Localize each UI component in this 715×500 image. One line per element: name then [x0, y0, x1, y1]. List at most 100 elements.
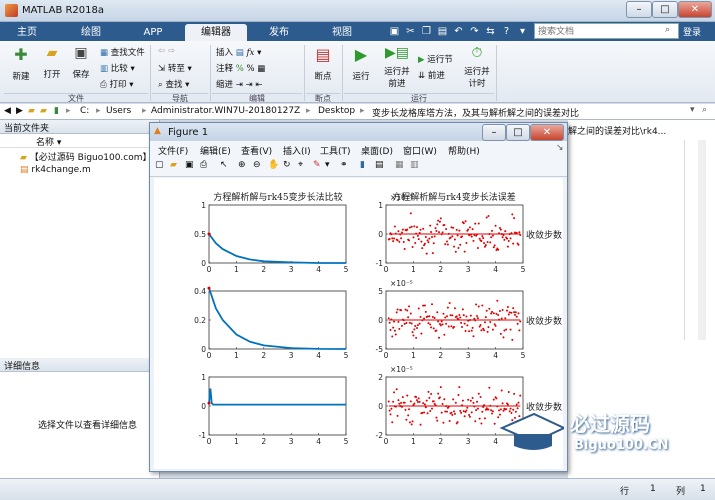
error-point [396, 308, 399, 311]
login-link[interactable]: 登录 [683, 25, 701, 38]
error-point [481, 235, 484, 238]
editor-scrollbar[interactable] [698, 140, 706, 340]
brush-dropdown-icon[interactable]: ▾ [325, 160, 330, 170]
menu-file[interactable]: 文件(F) [158, 144, 188, 157]
back-arrow-icon[interactable]: ◀ [4, 106, 11, 116]
comment-button[interactable]: 注释 % % ▦ [216, 62, 265, 74]
search-docs-input[interactable] [534, 23, 679, 39]
address-dropdown-icon[interactable]: ▾ [690, 105, 695, 115]
save-figure-icon[interactable]: ▣ [185, 160, 194, 170]
maximize-button[interactable]: □ [652, 1, 678, 18]
path-folder[interactable]: 变步长龙格库塔方法，及其与解析解之间的误差对比 [372, 106, 579, 119]
forward-arrow-icon[interactable]: ▶ [16, 106, 23, 116]
insert-button[interactable]: 插入 ▤ fx ▾ [216, 46, 261, 58]
paste-icon[interactable]: ▤ [436, 25, 449, 38]
copy-icon[interactable]: ❐ [420, 25, 433, 38]
new-figure-icon[interactable]: ▢ [155, 160, 164, 170]
error-point [427, 241, 430, 244]
run-button[interactable]: ▶ 运行 [346, 45, 376, 82]
close-button[interactable]: ✕ [678, 1, 712, 18]
compare-button[interactable]: ▥ 比较 ▾ [100, 62, 135, 74]
redo-icon[interactable]: ↷ [468, 25, 481, 38]
tab-editor[interactable]: 编辑器 [185, 24, 247, 41]
list-item[interactable]: ▰ 【必过源码 Biguo100.com】 [0, 148, 159, 163]
menu-help[interactable]: 帮助(H) [448, 144, 480, 157]
open-file-icon[interactable]: ▰ [170, 160, 177, 170]
goto-button[interactable]: ⇲ 转至 ▾ [158, 62, 192, 74]
error-point [450, 411, 453, 414]
breakpoint-icon: ▤ [315, 45, 331, 64]
menu-view[interactable]: 查看(V) [241, 144, 272, 157]
cut-icon[interactable]: ✂ [404, 25, 417, 38]
save-button[interactable]: ▣ 保存 [66, 45, 96, 80]
back-forward-icons[interactable]: ⇦ ⇨ [158, 46, 175, 56]
find-button[interactable]: ⌕ 查找 ▾ [158, 78, 189, 90]
hide-tools-icon[interactable]: ▦ [395, 160, 404, 170]
error-point [513, 313, 516, 316]
run-advance-button[interactable]: ▶▤ 运行并 前进 [382, 45, 412, 89]
tab-plots[interactable]: 绘图 [72, 24, 110, 41]
data-cursor-icon[interactable]: ⌖ [298, 160, 303, 170]
advance-button[interactable]: ⇊ 前进 [418, 69, 445, 81]
wrap-icon: ▦ [257, 64, 266, 74]
run-and-time-button[interactable]: ⏱ 运行并 计时 [462, 45, 492, 89]
zoom-in-icon[interactable]: ⊕ [238, 160, 246, 170]
path-users[interactable]: Users [106, 106, 131, 116]
column-header-name[interactable]: 名称 ▾ [0, 134, 159, 148]
undo-icon[interactable]: ↶ [452, 25, 465, 38]
colorbar-icon[interactable]: ▮ [360, 160, 365, 170]
editor-area[interactable]: 解之间的误差对比\rk4... [568, 120, 715, 360]
dropdown-icon[interactable]: ▾ [516, 25, 529, 38]
path-desktop[interactable]: Desktop [318, 106, 355, 116]
tab-home[interactable]: 主页 [8, 24, 46, 41]
search-icon[interactable]: ⌕ [665, 25, 670, 35]
zoom-out-icon[interactable]: ⊖ [253, 160, 261, 170]
help-icon[interactable]: ? [500, 25, 513, 38]
switch-window-icon[interactable]: ⇆ [484, 25, 497, 38]
figure-close-button[interactable]: ✕ [530, 124, 564, 141]
editor-path-snippet: 解之间的误差对比\rk4... [568, 127, 667, 137]
print-button[interactable]: ⎙ 打印 ▾ [100, 78, 134, 90]
link-icon[interactable]: ⚭ [340, 160, 348, 170]
breakpoint-button[interactable]: ▤ 断点 [308, 45, 338, 82]
figure-minimize-button[interactable]: – [482, 124, 506, 141]
minimize-button[interactable]: – [626, 1, 652, 18]
path-admin[interactable]: Administrator.WIN7U-20180127Z [151, 106, 300, 116]
error-point [444, 243, 447, 246]
menu-edit[interactable]: 编辑(E) [200, 144, 231, 157]
find-files-button[interactable]: ▦ 查找文件 [100, 46, 145, 58]
error-point [487, 215, 490, 218]
open-button[interactable]: ▰ 打开 [37, 45, 67, 80]
up-folder-icon[interactable]: ▰ [28, 106, 35, 116]
indent-button[interactable]: 缩进 ⇥ ⇥ ⇤ [216, 78, 263, 90]
error-point [465, 409, 468, 412]
edit-plot-icon[interactable]: ↖ [220, 160, 228, 170]
brush-icon[interactable]: ✎ [313, 160, 321, 170]
dock-arrow-icon[interactable]: ↘ [556, 143, 564, 153]
menu-desktop[interactable]: 桌面(D) [361, 144, 393, 157]
menu-insert[interactable]: 插入(I) [283, 144, 311, 157]
show-tools-icon[interactable]: ▥ [410, 160, 419, 170]
save-quick-icon[interactable]: ▣ [388, 25, 401, 38]
new-button[interactable]: ✚ 新建 [6, 45, 36, 82]
rotate-icon[interactable]: ↻ [283, 160, 291, 170]
run-advance-icon: ▶▤ [385, 45, 409, 61]
list-item[interactable]: ▤ rk4change.m [0, 163, 159, 175]
tab-apps[interactable]: APP [134, 24, 172, 41]
figure-maximize-button[interactable]: □ [506, 124, 530, 141]
legend-icon[interactable]: ▤ [375, 160, 384, 170]
browse-folder-icon[interactable]: ▰ [40, 106, 47, 116]
error-point [483, 242, 486, 245]
path-drive[interactable]: C: [80, 106, 89, 116]
print-figure-icon[interactable]: ⎙ [200, 160, 207, 170]
tab-view[interactable]: 视图 [323, 24, 361, 41]
smart-indent-icon: ⇥ [235, 80, 243, 90]
figure-title-bar[interactable]: ▲ Figure 1 – □ ✕ [150, 123, 567, 141]
menu-window[interactable]: 窗口(W) [403, 144, 437, 157]
error-point [500, 317, 503, 320]
tab-publish[interactable]: 发布 [260, 24, 298, 41]
search-folder-icon[interactable]: ⌕ [702, 105, 707, 115]
menu-tools[interactable]: 工具(T) [320, 144, 351, 157]
run-section-button[interactable]: ▶ 运行节 [418, 53, 453, 65]
pan-icon[interactable]: ✋ [268, 160, 279, 170]
